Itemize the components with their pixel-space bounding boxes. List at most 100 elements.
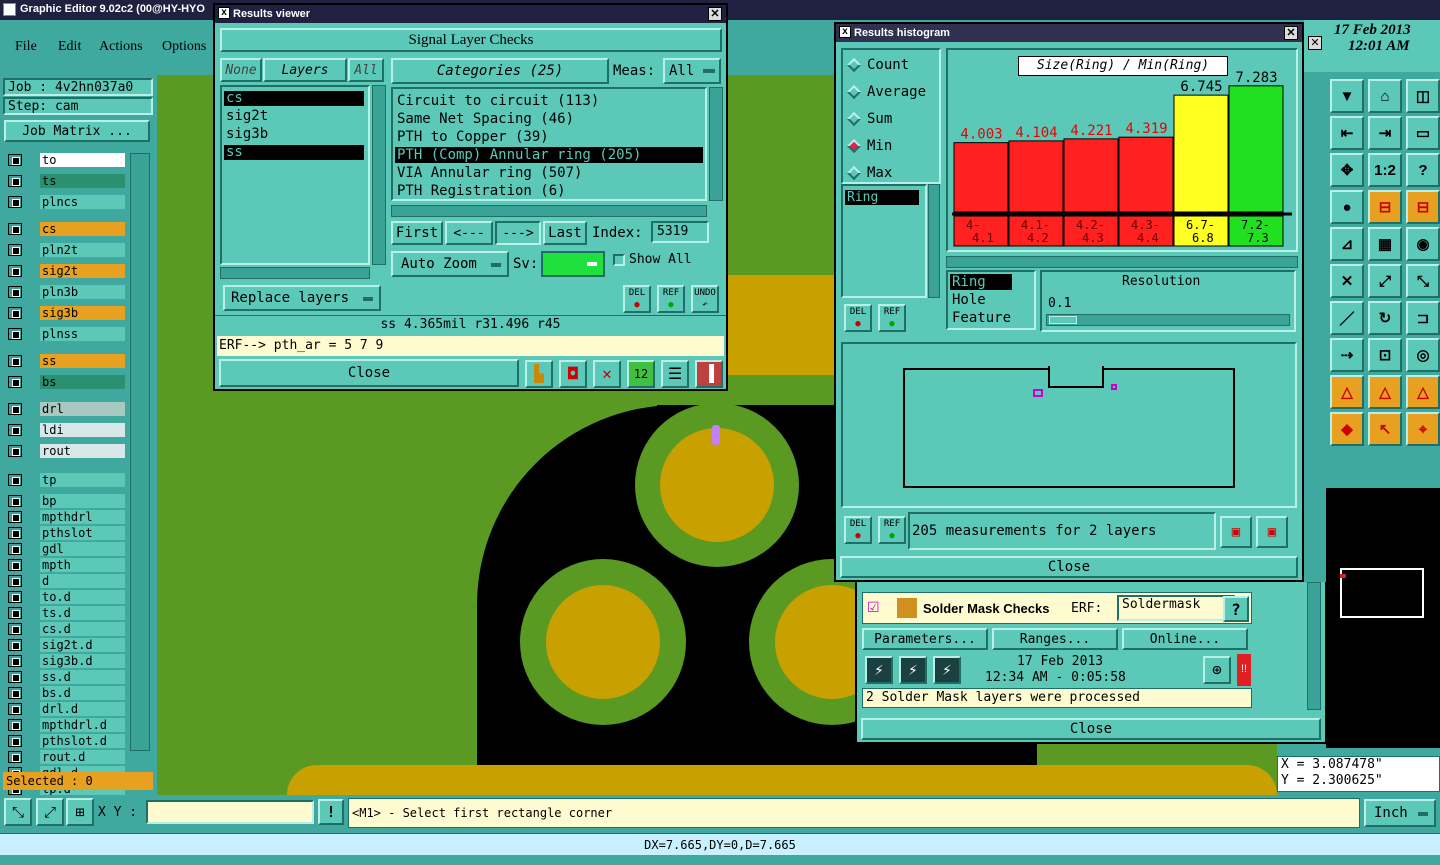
preview-del-button[interactable]: DEL ● [844,516,872,544]
tool-icon[interactable]: ◫ [1406,79,1440,113]
layer-checkbox[interactable] [8,511,22,523]
layer-row-ss[interactable]: ss [8,354,125,368]
layer-name[interactable]: mpthdrl.d [40,718,125,732]
menu-options[interactable]: Options [162,39,206,55]
results-viewer-close-button[interactable]: Close [219,359,519,387]
layer-name[interactable]: bs.d [40,686,125,700]
ref-button[interactable]: REF ● [657,285,685,313]
layer-row-pln3b[interactable]: pln3b [8,285,125,299]
run-all-icon[interactable]: ⚡ [899,656,927,684]
solder-close-button[interactable]: Close [861,718,1321,740]
menu-edit[interactable]: Edit [58,39,81,55]
layer-row-cs-d[interactable]: cs.d [8,622,125,636]
layer-row-bs-d[interactable]: bs.d [8,686,125,700]
layer-row-pthslot-d[interactable]: pthslot.d [8,734,125,748]
category-item[interactable]: PTH to Copper (39) [395,129,703,145]
layer-checkbox[interactable] [8,376,22,388]
layer-name[interactable]: gdl [40,542,125,556]
menu-actions[interactable]: Actions [99,39,143,55]
histogram-bar[interactable] [1228,85,1284,213]
layer-name[interactable]: bp [40,494,125,508]
tool-icon[interactable]: ⊟ [1406,190,1440,224]
layer-row-bp[interactable]: bp [8,494,125,508]
histogram-hscrollbar[interactable] [946,256,1298,268]
layer-name[interactable]: mpth [40,558,125,572]
undo-button[interactable]: UNDO ↶ [691,285,719,313]
layer-name[interactable]: drl [40,402,125,416]
tool-icon[interactable]: ◉ [1406,227,1440,261]
layer-name[interactable]: to [40,153,125,167]
yellow-drill-icon[interactable]: ▙ [525,360,553,388]
layer-name[interactable]: pthslot.d [40,734,125,748]
tool-icon[interactable]: ⤡ [1406,264,1440,298]
layer-list-item[interactable]: sig2t [224,109,364,124]
layer-row-pthslot[interactable]: pthslot [8,526,125,540]
type-item-ring[interactable]: Ring [950,274,1012,290]
grid-icon[interactable]: ⊞ [66,798,94,826]
layer-row-drl-d[interactable]: drl.d [8,702,125,716]
tool-icon[interactable]: ／ [1330,301,1364,335]
close-icon[interactable]: ✕ [1284,26,1298,40]
layer-checkbox[interactable] [8,655,22,667]
checkbox-checked-icon[interactable]: ☑ [867,599,880,616]
layer-checkbox[interactable] [8,265,22,277]
layer-row-cs[interactable]: cs [8,222,125,236]
layer-checkbox[interactable] [8,495,22,507]
layer-checkbox[interactable] [8,154,22,166]
type-item-feature[interactable]: Feature [950,310,1012,326]
layer-name[interactable]: ss.d [40,670,125,684]
layer-checkbox[interactable] [8,223,22,235]
layer-name[interactable]: d [40,574,125,588]
unit-select[interactable]: Inch [1364,799,1436,827]
layer-row-mpthdrl[interactable]: mpthdrl [8,510,125,524]
tool-icon[interactable]: ⤢ [1368,264,1402,298]
layer-list-item[interactable]: ss [224,145,364,160]
parameters-button[interactable]: Parameters... [862,628,988,650]
layer-row-plnss[interactable]: plnss [8,327,125,341]
report-icon[interactable]: ☰ [661,360,689,388]
layer-name[interactable]: plncs [40,195,125,209]
layer-row-ts[interactable]: ts [8,174,125,188]
category-item[interactable]: VIA Annular ring (507) [395,165,703,181]
layer-name[interactable]: sig3b [40,306,125,320]
next-button[interactable]: ---> [495,221,541,245]
resolution-slider[interactable] [1046,314,1290,326]
layer-row-bs[interactable]: bs [8,375,125,389]
categories-listbox[interactable]: Circuit to circuit (113) Same Net Spacing… [391,87,707,201]
layer-row-d[interactable]: d [8,574,125,588]
histogram-icon[interactable]: ▐ [695,360,723,388]
layer-checkbox[interactable] [8,639,22,651]
del-button[interactable]: DEL ● [623,285,651,313]
last-button[interactable]: Last [543,221,587,245]
layer-checkbox[interactable] [8,687,22,699]
layer-name[interactable]: cs [40,222,125,236]
tool-icon[interactable]: △ [1368,375,1402,409]
layer-row-mpth[interactable]: mpth [8,558,125,572]
solder-scrollbar[interactable] [1307,582,1321,710]
ring-list-item[interactable]: Ring [845,190,919,205]
layer-name[interactable]: sig2t.d [40,638,125,652]
layer-row-pln2t[interactable]: pln2t [8,243,125,257]
layer-row-mpthdrl-d[interactable]: mpthdrl.d [8,718,125,732]
layer-name[interactable]: pln3b [40,285,125,299]
layer-name[interactable]: ts [40,174,125,188]
tool-icon[interactable]: ⇢ [1330,338,1364,372]
tool-icon[interactable]: ● [1330,190,1364,224]
tool-icon[interactable]: △ [1406,375,1440,409]
xy-input[interactable] [146,800,314,824]
layer-row-ldi[interactable]: ldi [8,423,125,437]
category-item[interactable]: PTH (Comp) Annular ring (205) [395,147,703,163]
layer-row-rout[interactable]: rout [8,444,125,458]
layer-row-drl[interactable]: drl [8,402,125,416]
layer-checkbox[interactable] [8,575,22,587]
layer-name[interactable]: pln2t [40,243,125,257]
layer-list-item[interactable]: cs [224,91,364,106]
ref-cross-icon[interactable]: ✕ [593,360,621,388]
histogram-ref-button[interactable]: REF ● [878,304,906,332]
tool-icon[interactable]: ⊿ [1330,227,1364,261]
mode-radio-min[interactable]: Min [846,137,937,157]
layer-hscrollbar[interactable] [220,267,370,279]
erf-value-field[interactable]: Soldermask [1117,595,1235,621]
layer-checkbox[interactable] [8,527,22,539]
layer-row-sig3b-d[interactable]: sig3b.d [8,654,125,668]
